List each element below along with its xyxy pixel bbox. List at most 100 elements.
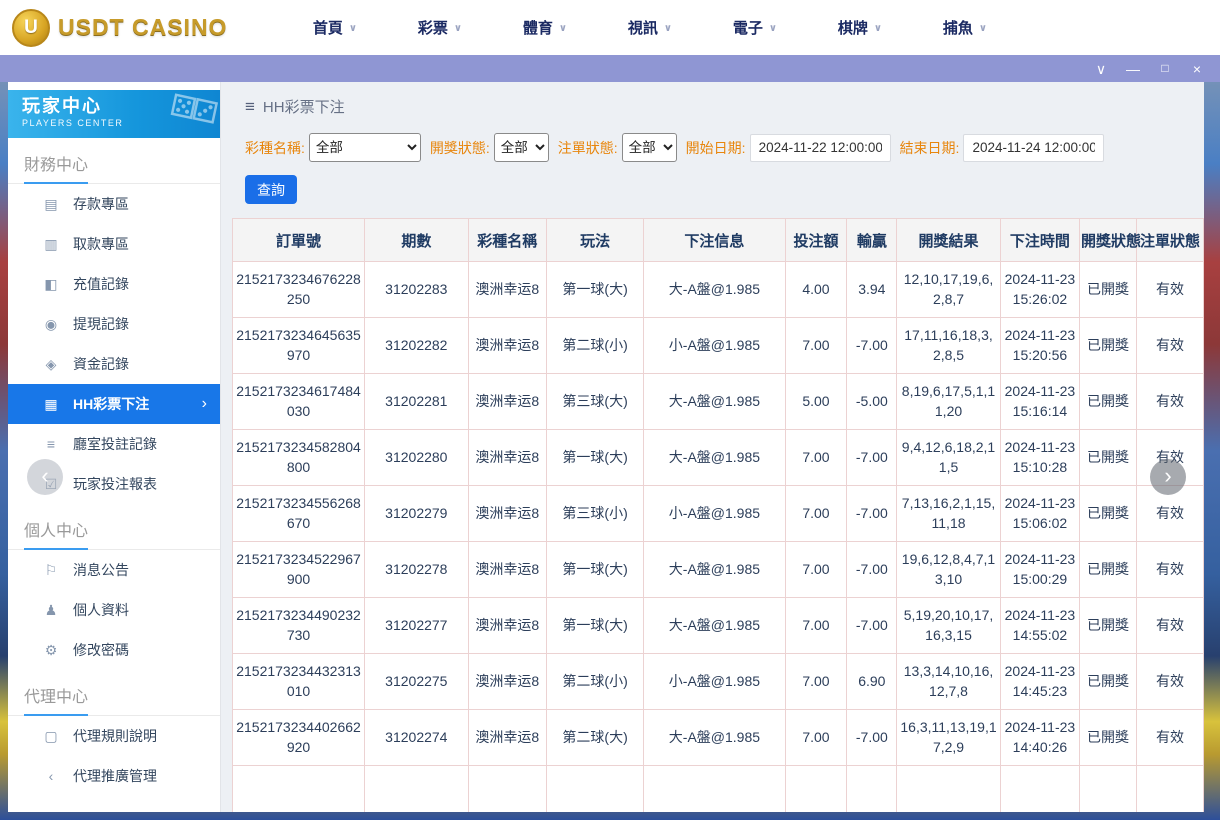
sidebar-item-hh-lottery-bet[interactable]: ▦HH彩票下注› — [8, 384, 220, 424]
nav-item-lottery[interactable]: 彩票∨ — [387, 17, 492, 38]
bet-status-label: 注單狀態: — [558, 138, 618, 158]
table-cell: 31202282 — [365, 318, 469, 374]
table-cell: 小-A盤@1.985 — [644, 654, 785, 710]
lottery-name-select[interactable]: 全部 — [309, 133, 421, 162]
table-cell: 已開獎 — [1080, 318, 1137, 374]
nav-item-sports[interactable]: 體育 ∨ — [492, 17, 597, 38]
table-cell: 第一球(大) — [546, 430, 644, 486]
draw-status-select[interactable]: 全部 — [494, 133, 549, 162]
column-header: 玩法 — [546, 219, 644, 262]
table-cell: 2024-11-23 14:40:26 — [1000, 710, 1079, 766]
table-cell: 7.00 — [785, 318, 847, 374]
table-cell: 7.00 — [785, 430, 847, 486]
sidebar-item-label: 資金記錄 — [73, 354, 129, 374]
table-cell: 31202280 — [365, 430, 469, 486]
table-row — [233, 766, 1204, 813]
table-row: 215217323455626867031202279澳洲幸运8第三球(小)小-… — [233, 486, 1204, 542]
page-title: HH彩票下注 — [263, 96, 345, 117]
sidebar-item-room-bet-record[interactable]: ≡廳室投註記錄 — [8, 424, 220, 464]
close-button[interactable]: × — [1182, 62, 1212, 76]
nav-item-slots[interactable]: 電子∨ — [702, 17, 807, 38]
table-cell: 2024-11-23 15:16:14 — [1000, 374, 1079, 430]
sidebar-item-label: 提現記錄 — [73, 314, 129, 334]
bet-table: 訂單號期數彩種名稱玩法下注信息投注額輸贏開獎結果下注時間開獎狀態注單狀態 215… — [232, 218, 1204, 812]
table-body: 215217323467622825031202283澳洲幸运8第一球(大)大-… — [233, 262, 1204, 813]
draw-status-label: 開獎狀態: — [430, 138, 490, 158]
table-cell: 31202274 — [365, 710, 469, 766]
sidebar-item-label: 代理規則說明 — [73, 726, 157, 746]
table-cell: 大-A盤@1.985 — [644, 598, 785, 654]
carousel-right-arrow[interactable]: › — [1150, 459, 1186, 495]
start-date-input[interactable] — [750, 134, 891, 162]
carousel-left-arrow[interactable]: ‹ — [27, 459, 63, 495]
menu-icon[interactable]: ≡ — [245, 97, 255, 117]
table-cell: 澳洲幸运8 — [468, 598, 546, 654]
nav-item-label: 捕魚 — [943, 17, 973, 38]
table-cell: -7.00 — [847, 542, 897, 598]
table-cell: 31202279 — [365, 486, 469, 542]
sidebar-item-change-password[interactable]: ⚙修改密碼 — [8, 630, 220, 670]
app-window: 玩家中心 PLAYERS CENTER ⚄⚂ 財務中心▤存款專區▥取款專區◧充值… — [8, 82, 1204, 812]
table-cell: 2024-11-23 14:55:02 — [1000, 598, 1079, 654]
chevron-down-icon: ∨ — [559, 23, 567, 34]
chevron-down-icon: ∨ — [664, 23, 672, 34]
end-date-input[interactable] — [963, 134, 1104, 162]
funds-record-icon: ◈ — [42, 356, 60, 373]
column-header: 下注時間 — [1000, 219, 1079, 262]
nav-item-label: 體育 — [523, 17, 553, 38]
sidebar-item-withdraw[interactable]: ▥取款專區 — [8, 224, 220, 264]
section-header: 代理中心 — [8, 670, 220, 716]
column-header: 注單狀態 — [1136, 219, 1203, 262]
bet-status-select[interactable]: 全部 — [622, 133, 677, 162]
table-cell: 已開獎 — [1080, 542, 1137, 598]
chevron-down-icon: ∨ — [979, 23, 987, 34]
sidebar-item-agent-promotion[interactable]: ‹代理推廣管理 — [8, 756, 220, 796]
table-cell: -7.00 — [847, 430, 897, 486]
search-button[interactable]: 查詢 — [245, 175, 297, 204]
recharge-record-icon: ◧ — [42, 276, 60, 293]
sidebar-item-label: 代理推廣管理 — [73, 766, 157, 786]
sidebar-item-withdrawal-record[interactable]: ◉ 提現記錄 — [8, 304, 220, 344]
sidebar-item-label: 玩家投注報表 — [73, 474, 157, 494]
nav-item-label: 電子 — [733, 17, 763, 38]
table-cell — [644, 766, 785, 813]
table-cell: 16,3,11,13,19,17,2,9 — [897, 710, 1001, 766]
withdrawal-record-icon: ◉ — [42, 316, 60, 333]
table-cell: 第三球(小) — [546, 486, 644, 542]
sidebar-item-announcements[interactable]: ⚐消息公告 — [8, 550, 220, 590]
minimize-button[interactable]: — — [1118, 62, 1148, 76]
nav-item-label: 視訊 — [628, 17, 658, 38]
table-cell: 3.94 — [847, 262, 897, 318]
table-row: 215217323461748403031202281澳洲幸运8第三球(大)大-… — [233, 374, 1204, 430]
table-cell: 31202275 — [365, 654, 469, 710]
nav-item-live[interactable]: 視訊 ∨ — [597, 17, 702, 38]
column-header: 開獎結果 — [897, 219, 1001, 262]
sidebar-item-recharge-record[interactable]: ◧充值記錄 — [8, 264, 220, 304]
sidebar-item-profile[interactable]: ♟個人資料 — [8, 590, 220, 630]
table-row: 215217323452296790031202278澳洲幸运8第一球(大)大-… — [233, 542, 1204, 598]
nav-item-fishing[interactable]: 捕魚 ∨ — [912, 17, 1017, 38]
app-logo[interactable]: U USDT CASINO — [12, 9, 227, 47]
table-cell: 2024-11-23 14:45:23 — [1000, 654, 1079, 710]
sidebar-item-agent-rules[interactable]: ▢ 代理規則說明 — [8, 716, 220, 756]
password-icon: ⚙ — [42, 642, 60, 659]
sidebar-item-funds-record[interactable]: ◈ 資金記錄 — [8, 344, 220, 384]
table-cell: 有效 — [1136, 710, 1203, 766]
table-cell: 澳洲幸运8 — [468, 374, 546, 430]
column-header: 彩種名稱 — [468, 219, 546, 262]
profile-icon: ♟ — [42, 602, 60, 619]
maximize-button[interactable]: □ — [1150, 62, 1180, 76]
table-cell: 大-A盤@1.985 — [644, 430, 785, 486]
column-header: 訂單號 — [233, 219, 365, 262]
sidebar-item-label: 廳室投註記錄 — [73, 434, 157, 454]
agent-rules-icon: ▢ — [42, 728, 60, 745]
sidebar-item-deposit[interactable]: ▤存款專區 — [8, 184, 220, 224]
table-cell: 2024-11-23 15:06:02 — [1000, 486, 1079, 542]
table-cell: 有效 — [1136, 542, 1203, 598]
nav-item-home[interactable]: 首頁∨ — [282, 17, 387, 38]
nav-item-chess[interactable]: 棋牌∨ — [807, 17, 912, 38]
window-menu-button[interactable]: ∨ — [1086, 62, 1116, 76]
table-cell — [365, 766, 469, 813]
main-content: ≡ HH彩票下注 彩種名稱: 全部 開獎狀態: 全部 注單狀態: 全部 開始日期… — [221, 82, 1204, 812]
main-nav: 首頁∨彩票∨ 體育 ∨ 視訊 ∨ 電子∨棋牌∨ 捕魚 ∨ — [282, 17, 1017, 38]
